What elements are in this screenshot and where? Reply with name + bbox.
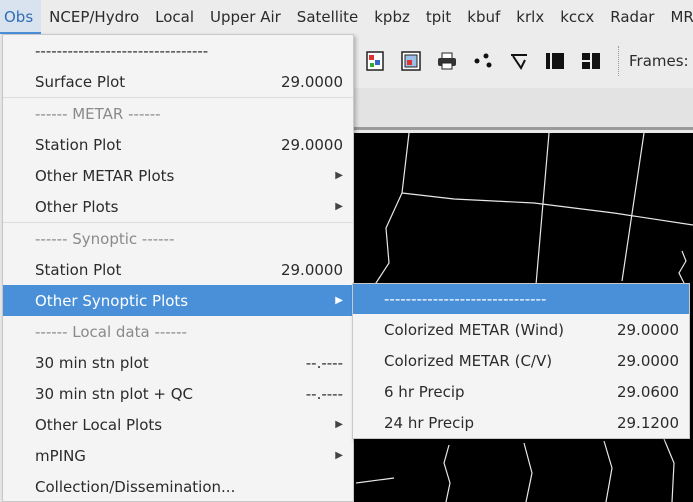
other-plots-label: Other Plots	[35, 197, 119, 216]
colorized-metar-cv-value: 29.0000	[616, 352, 679, 370]
stn-plot-30-label: 30 min stn plot	[35, 353, 149, 372]
metar-header: ------ METAR ------	[3, 98, 353, 129]
mping-item[interactable]: mPING ▶	[3, 440, 353, 471]
synoptic-station-plot-item[interactable]: Station Plot 29.0000	[3, 254, 353, 285]
menubar: Obs NCEP/Hydro Local Upper Air Satellite…	[0, 0, 693, 34]
submenu-arrow-icon: ▶	[335, 201, 343, 212]
twenty-four-hr-precip-item[interactable]: 24 hr Precip 29.1200	[353, 408, 689, 438]
local-data-header-label: ------ Local data ------	[35, 322, 187, 341]
stn-plot-30-value: --.----	[305, 353, 343, 372]
stn-plot-30-qc-label: 30 min stn plot + QC	[35, 384, 194, 403]
colorized-metar-wind-label: Colorized METAR (Wind)	[384, 321, 564, 339]
menu-radar[interactable]: Radar	[602, 0, 662, 34]
points-icon[interactable]	[468, 46, 498, 76]
print-icon[interactable]	[432, 46, 462, 76]
menu-kpbz[interactable]: kpbz	[366, 0, 418, 34]
menu-kccx[interactable]: kccx	[552, 0, 602, 34]
colorized-metar-wind-item[interactable]: Colorized METAR (Wind) 29.0000	[353, 315, 689, 345]
other-metar-plots-item[interactable]: Other METAR Plots ▶	[3, 160, 353, 191]
surface-plot-item[interactable]: Surface Plot 29.0000	[3, 66, 353, 97]
four-panel-icon[interactable]	[576, 46, 606, 76]
image-properties-icon[interactable]	[396, 46, 426, 76]
collection-dissemination-item[interactable]: Collection/Dissemination...	[3, 471, 353, 502]
submenu-arrow-icon: ▶	[335, 170, 343, 181]
other-plots-item[interactable]: Other Plots ▶	[3, 191, 353, 222]
submenu-arrow-icon: ▶	[335, 295, 343, 306]
single-panel-icon[interactable]	[540, 46, 570, 76]
menu-tpit[interactable]: tpit	[418, 0, 459, 34]
submenu-arrow-icon: ▶	[335, 450, 343, 461]
toolbar: Frames:	[354, 34, 693, 88]
stn-plot-30-qc-value: --.----	[305, 384, 343, 403]
synoptic-station-plot-label: Station Plot	[35, 260, 122, 279]
stn-plot-30-qc-item[interactable]: 30 min stn plot + QC --.----	[3, 378, 353, 409]
synoptic-submenu: ------------------------------ Colorized…	[352, 283, 690, 439]
tearoff-label: --------------------------------	[35, 41, 209, 60]
toolbar-strip	[354, 88, 693, 130]
mping-label: mPING	[35, 446, 86, 465]
stn-plot-30-item[interactable]: 30 min stn plot --.----	[3, 347, 353, 378]
other-synoptic-plots-label: Other Synoptic Plots	[35, 291, 189, 310]
twenty-four-hr-precip-label: 24 hr Precip	[384, 414, 475, 432]
metar-station-plot-label: Station Plot	[35, 135, 122, 154]
metar-station-plot-item[interactable]: Station Plot 29.0000	[3, 129, 353, 160]
menu-mrms[interactable]: MRMS	[662, 0, 693, 34]
other-metar-plots-label: Other METAR Plots	[35, 166, 175, 185]
metar-header-label: ------ METAR ------	[35, 104, 161, 123]
synoptic-station-plot-value: 29.0000	[280, 260, 343, 279]
twenty-four-hr-precip-value: 29.1200	[616, 414, 679, 432]
other-local-plots-label: Other Local Plots	[35, 415, 163, 434]
six-hr-precip-label: 6 hr Precip	[384, 383, 465, 401]
surface-plot-label: Surface Plot	[35, 72, 126, 91]
metar-station-plot-value: 29.0000	[280, 135, 343, 154]
collection-dissemination-label: Collection/Dissemination...	[35, 477, 236, 496]
color-map-icon[interactable]	[360, 46, 390, 76]
six-hr-precip-item[interactable]: 6 hr Precip 29.0600	[353, 377, 689, 407]
other-local-plots-item[interactable]: Other Local Plots ▶	[3, 409, 353, 440]
obs-dropdown-menu: -------------------------------- Surface…	[2, 34, 354, 502]
local-data-header: ------ Local data ------	[3, 316, 353, 347]
menu-obs[interactable]: Obs	[0, 0, 42, 34]
menu-krlx[interactable]: krlx	[508, 0, 552, 34]
menu-upper-air[interactable]: Upper Air	[202, 0, 289, 34]
submenu-tearoff-label: ------------------------------	[384, 290, 547, 308]
draw-icon[interactable]	[504, 46, 534, 76]
tearoff-line[interactable]: --------------------------------	[3, 35, 353, 66]
colorized-metar-cv-label: Colorized METAR (C/V)	[384, 352, 553, 370]
colorized-metar-wind-value: 29.0000	[616, 321, 679, 339]
frames-label: Frames:	[629, 52, 689, 70]
submenu-tearoff-line[interactable]: ------------------------------	[353, 284, 689, 314]
toolbar-separator	[618, 46, 619, 76]
submenu-arrow-icon: ▶	[335, 419, 343, 430]
menu-local[interactable]: Local	[147, 0, 202, 34]
other-synoptic-plots-item[interactable]: Other Synoptic Plots ▶	[3, 285, 353, 316]
colorized-metar-cv-item[interactable]: Colorized METAR (C/V) 29.0000	[353, 346, 689, 376]
menu-ncep-hydro[interactable]: NCEP/Hydro	[41, 0, 147, 34]
surface-plot-value: 29.0000	[280, 72, 343, 91]
synoptic-header: ------ Synoptic ------	[3, 223, 353, 254]
six-hr-precip-value: 29.0600	[616, 383, 679, 401]
menu-kbuf[interactable]: kbuf	[459, 0, 508, 34]
synoptic-header-label: ------ Synoptic ------	[35, 229, 175, 248]
menu-satellite[interactable]: Satellite	[289, 0, 366, 34]
